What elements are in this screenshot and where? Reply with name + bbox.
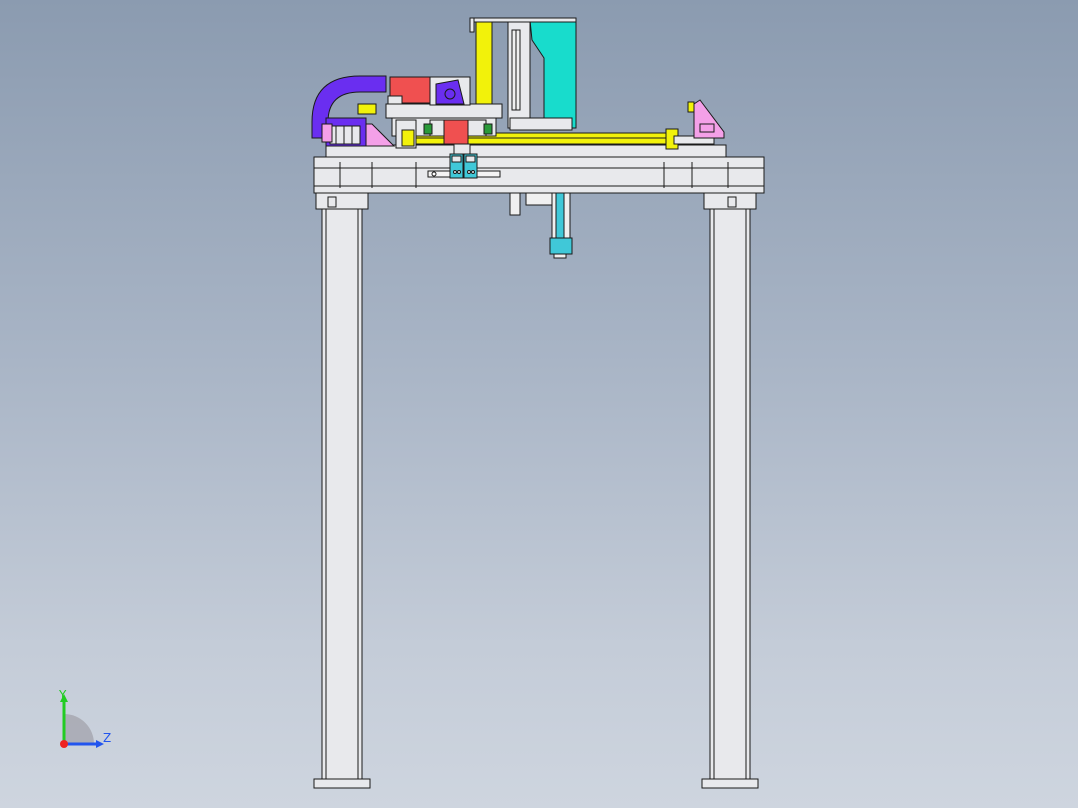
right-column[interactable] xyxy=(701,192,759,789)
top-beam[interactable] xyxy=(313,144,765,194)
x-axis-dot xyxy=(60,740,68,748)
axis-z-label: Z xyxy=(103,731,112,745)
servo-motor[interactable] xyxy=(387,76,471,106)
end-mounting-bracket-right[interactable] xyxy=(687,99,725,139)
end-mounting-bracket-left[interactable] xyxy=(321,117,417,149)
triad-arc xyxy=(64,714,94,744)
z-axis-cylinder[interactable] xyxy=(509,192,573,259)
gantry-model[interactable] xyxy=(0,0,1078,808)
axis-y-label: Y xyxy=(59,688,67,702)
cad-viewport[interactable]: Y Z xyxy=(0,0,1078,808)
left-column[interactable] xyxy=(313,192,371,789)
orientation-triad[interactable] xyxy=(42,686,122,766)
yellow-guide-plate[interactable] xyxy=(475,21,493,109)
